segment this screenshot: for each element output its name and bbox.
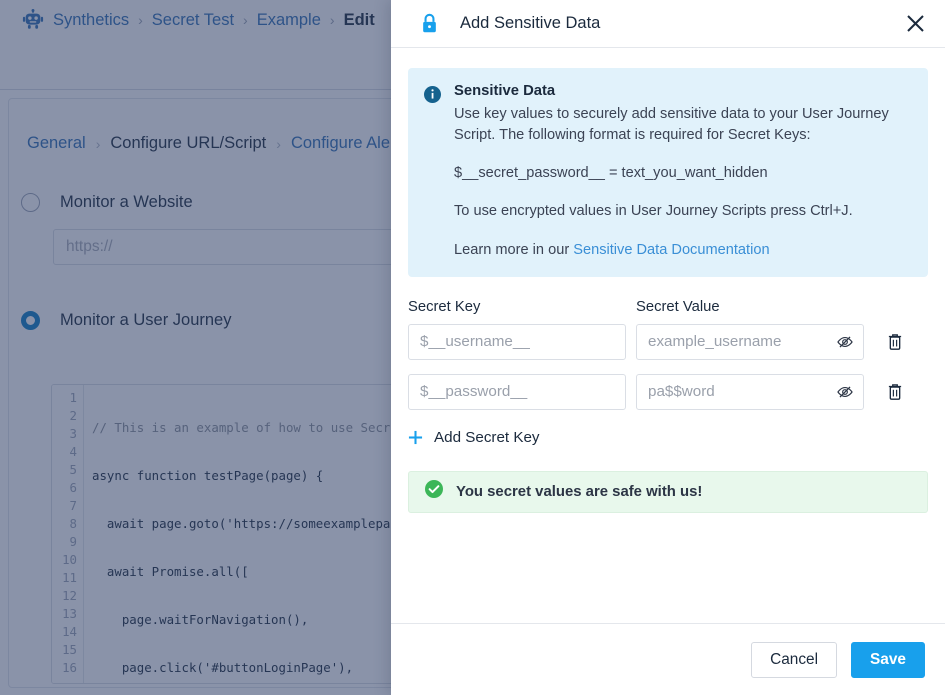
eye-slash-icon[interactable] [827, 375, 863, 409]
add-secret-key-label: Add Secret Key [434, 428, 540, 446]
secret-row: $__password__ pa$$word [408, 373, 928, 410]
plus-icon [408, 430, 423, 445]
secret-value-header: Secret Value [636, 298, 720, 315]
close-icon[interactable] [901, 10, 929, 38]
secret-value-placeholder-0: example_username [648, 333, 782, 351]
secret-key-input-1[interactable]: $__password__ [408, 373, 626, 410]
secret-value-input-0[interactable]: example_username [636, 323, 864, 360]
info-paragraph-2: To use encrypted values in User Journey … [454, 203, 853, 220]
modal-overlay[interactable] [0, 0, 391, 695]
secret-fields: Secret Key Secret Value $__username__ ex… [408, 299, 928, 450]
info-title: Sensitive Data [454, 83, 556, 99]
trash-icon[interactable] [878, 375, 912, 409]
success-message: You secret values are safe with us! [456, 483, 703, 500]
panel-body: Sensitive Data Use key values to securel… [391, 48, 945, 623]
secret-key-input-0[interactable]: $__username__ [408, 323, 626, 360]
info-learn-more: Learn more in our Sensitive Data Documen… [454, 240, 912, 261]
cancel-button[interactable]: Cancel [751, 641, 838, 678]
save-button[interactable]: Save [851, 641, 925, 678]
panel-footer: Cancel Save [391, 623, 945, 695]
panel-header: Add Sensitive Data [391, 0, 945, 48]
field-headers: Secret Key Secret Value [408, 299, 928, 315]
secret-row: $__username__ example_username [408, 323, 928, 360]
trash-icon[interactable] [878, 325, 912, 359]
info-content: Sensitive Data Use key values to securel… [454, 83, 912, 261]
sensitive-data-info-banner: Sensitive Data Use key values to securel… [408, 68, 928, 277]
sensitive-data-panel: Add Sensitive Data Sensitive Data Use ke… [391, 0, 945, 695]
eye-slash-icon[interactable] [827, 325, 863, 359]
secret-key-placeholder-1: $__password__ [420, 383, 528, 401]
lock-icon [411, 13, 439, 34]
secret-value-placeholder-1: pa$$word [648, 383, 715, 401]
info-paragraph-1: Use key values to securely add sensitive… [454, 106, 889, 144]
add-secret-key-button[interactable]: Add Secret Key [408, 429, 540, 446]
check-circle-icon [425, 480, 443, 503]
secret-value-input-1[interactable]: pa$$word [636, 373, 864, 410]
secret-key-header: Secret Key [408, 298, 481, 315]
secret-key-placeholder-0: $__username__ [420, 333, 530, 351]
info-icon [424, 83, 441, 261]
sensitive-data-documentation-link[interactable]: Sensitive Data Documentation [573, 242, 769, 258]
learn-more-prefix: Learn more in our [454, 241, 574, 258]
info-format-example: $__secret_password__ = text_you_want_hid… [454, 165, 768, 182]
screen: Synthetics › Secret Test › Example › Edi… [0, 0, 945, 695]
success-banner: You secret values are safe with us! [408, 470, 928, 513]
panel-title: Add Sensitive Data [460, 14, 601, 32]
